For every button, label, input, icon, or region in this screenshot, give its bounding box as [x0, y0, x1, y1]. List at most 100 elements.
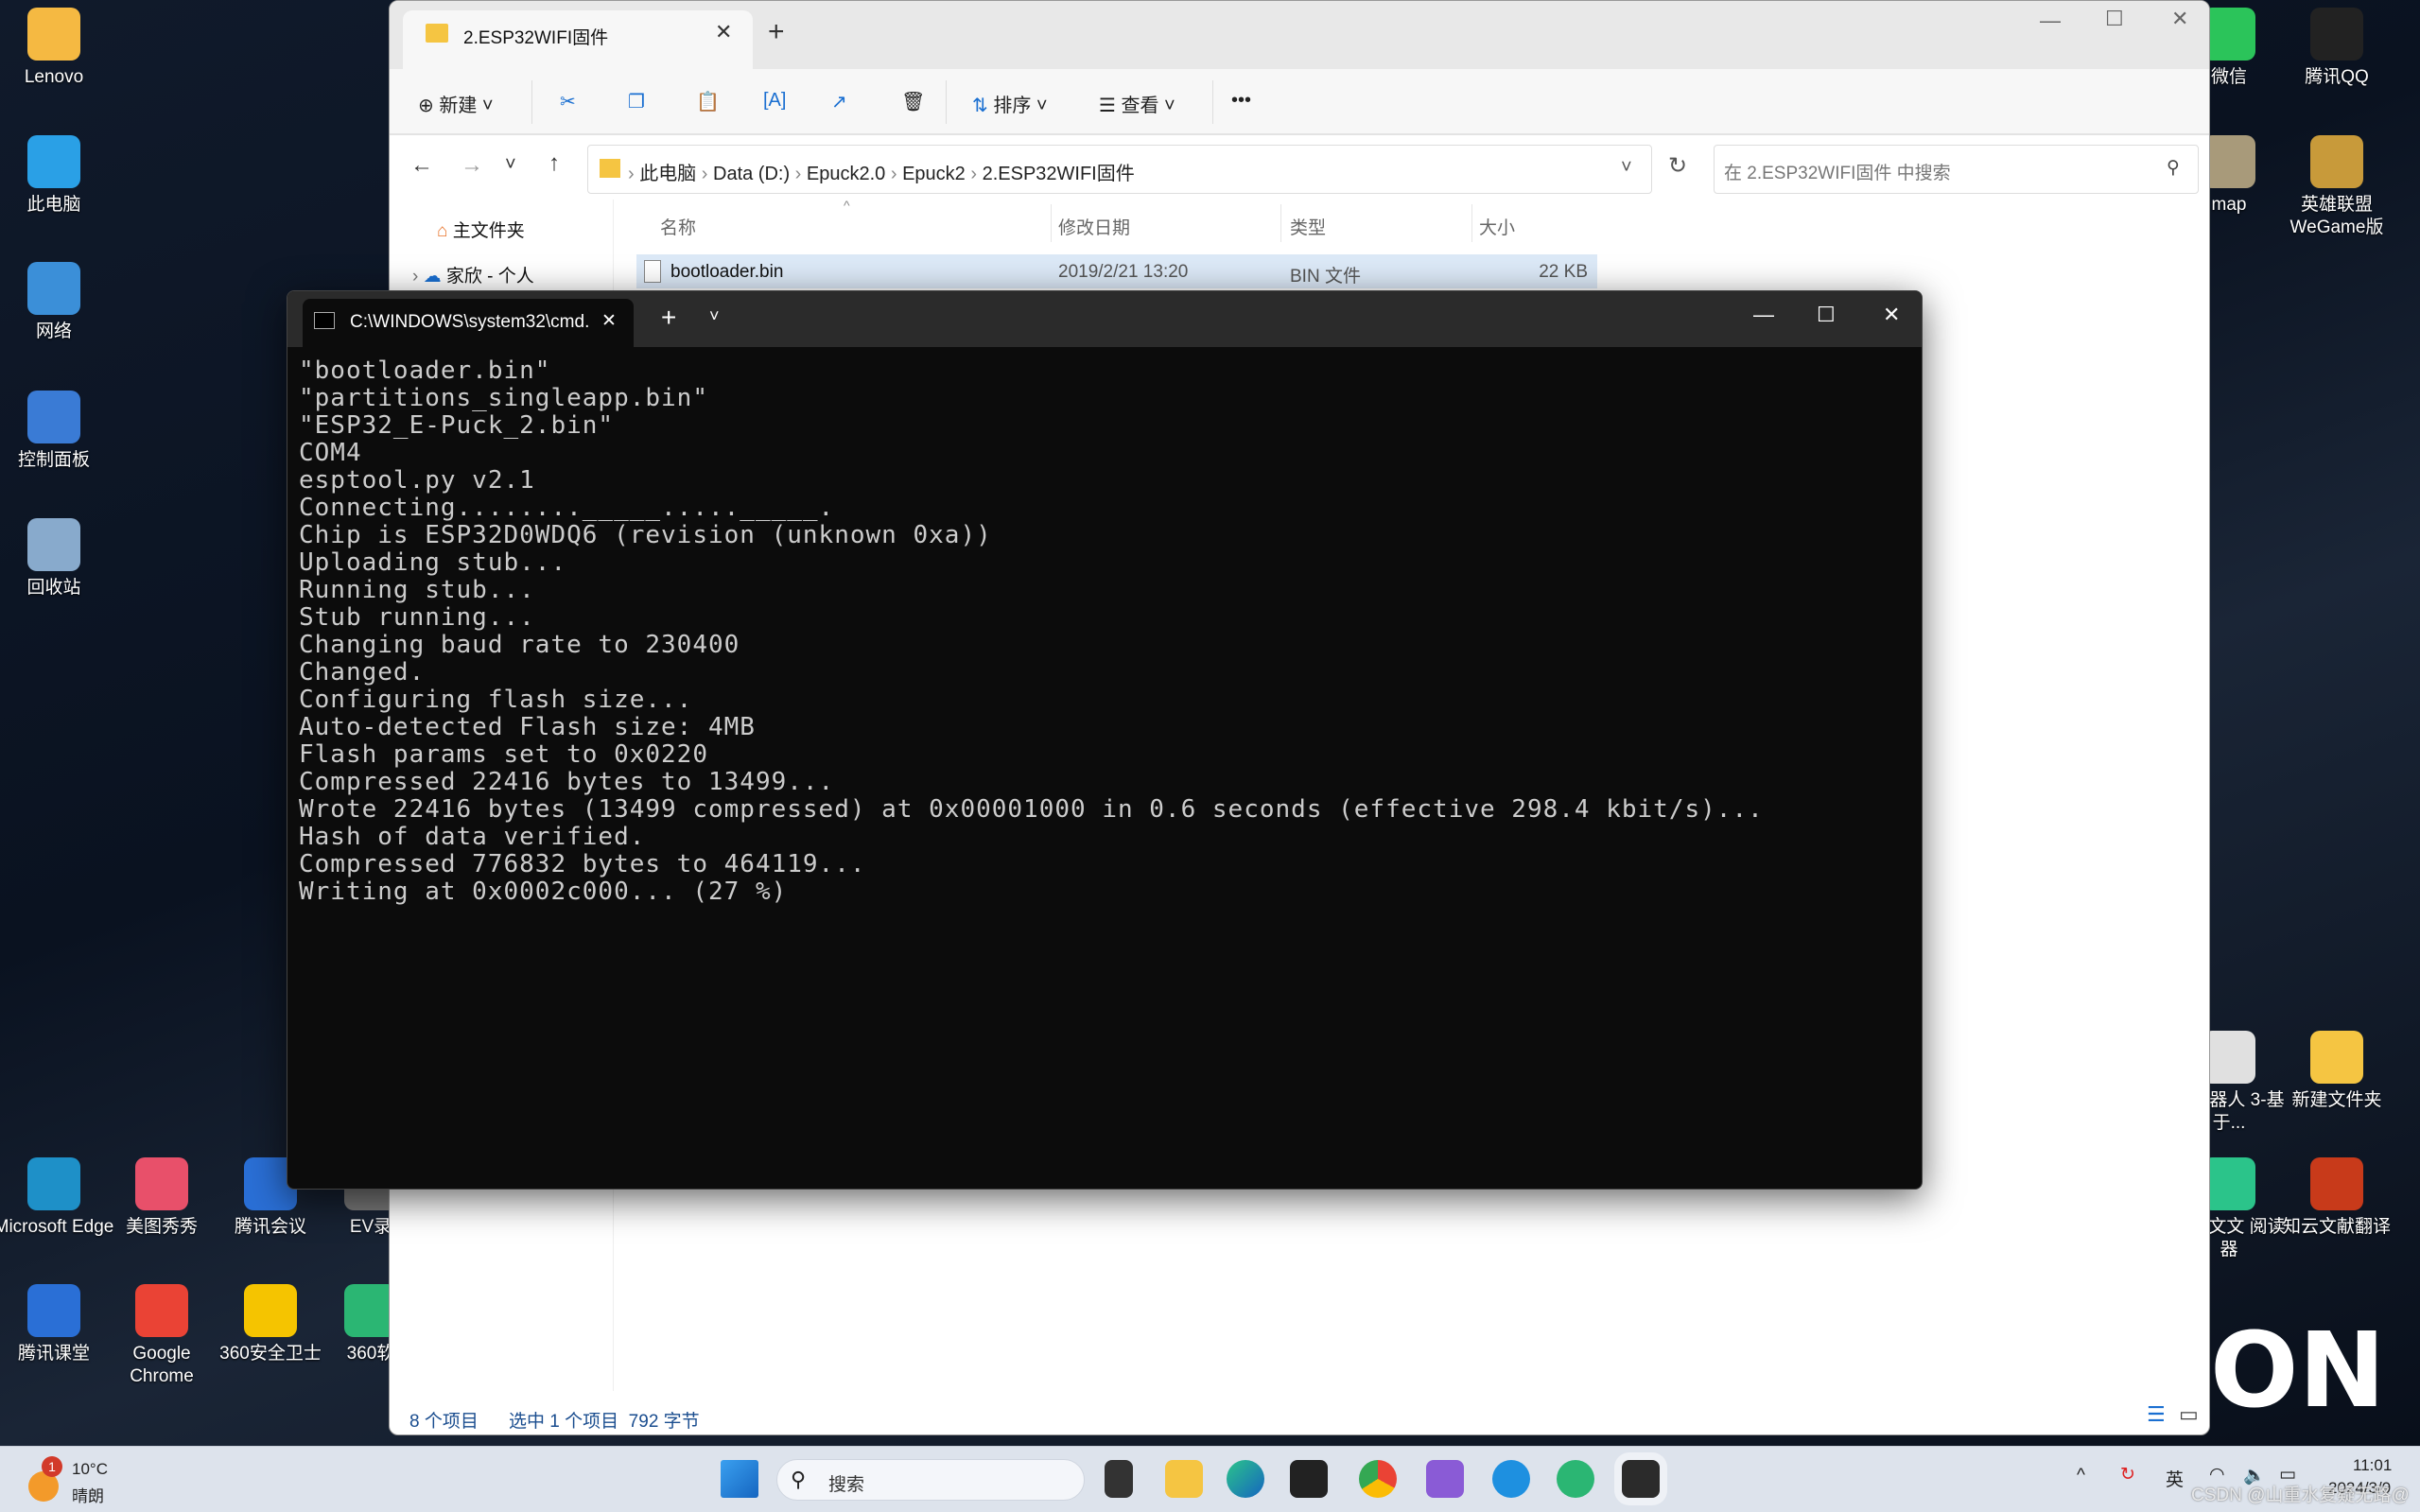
task-view-icon[interactable]: [1105, 1460, 1133, 1498]
paste-icon[interactable]: 📋: [696, 90, 720, 113]
column-size[interactable]: 大小: [1479, 214, 1515, 239]
column-name[interactable]: 名称: [660, 214, 696, 239]
new-tab-button[interactable]: +: [661, 303, 676, 333]
file-explorer-taskbar-icon[interactable]: [1165, 1460, 1203, 1498]
taskbar-search[interactable]: ⚲ 搜索: [776, 1459, 1085, 1501]
breadcrumb-item[interactable]: Data (D:): [713, 164, 790, 184]
app-icon: [27, 1284, 80, 1337]
refresh-icon[interactable]: ↻: [1668, 152, 1687, 180]
divider: [1471, 204, 1472, 242]
file-row[interactable]: bootloader.bin 2019/2/21 13:20 BIN 文件 22…: [636, 254, 1597, 288]
ime-indicator[interactable]: 英: [2166, 1466, 2184, 1491]
terminal-tab-bar: C:\WINDOWS\system32\cmd. ✕ + ˅ — ☐ ✕: [287, 291, 1922, 347]
terminal-line: "bootloader.bin": [299, 356, 551, 385]
folder-icon: [426, 24, 448, 43]
sync-icon[interactable]: ↻: [2120, 1464, 2135, 1486]
minimize-button[interactable]: —: [2040, 9, 2061, 33]
new-button[interactable]: ⊕ 新建 ˅: [418, 90, 494, 117]
chevron-right-icon[interactable]: ›: [790, 164, 807, 184]
desktop-icon[interactable]: Lenovo: [0, 8, 115, 89]
desktop-icon[interactable]: 腾讯课堂: [0, 1284, 115, 1365]
weather-badge: 1: [42, 1456, 62, 1477]
tiles-view-icon[interactable]: ▭: [2179, 1402, 2199, 1427]
terminal-window: C:\WINDOWS\system32\cmd. ✕ + ˅ — ☐ ✕ "bo…: [287, 290, 1923, 1190]
breadcrumb-item[interactable]: Epuck2.0: [807, 164, 885, 184]
desktop-icon-label: 美图秀秀: [125, 1217, 198, 1237]
desktop-icon[interactable]: 此电脑: [0, 135, 115, 217]
up-icon[interactable]: ↑: [548, 150, 560, 177]
explorer-tab[interactable]: 2.ESP32WIFI固件 ✕: [403, 10, 753, 69]
maximize-button[interactable]: ☐: [2105, 7, 2124, 31]
terminal-line: esptool.py v2.1: [299, 466, 535, 495]
breadcrumb: › 此电脑 › Data (D:) › Epuck2.0 › Epuck2 › …: [628, 158, 1135, 185]
desktop-icon[interactable]: Google Chrome: [100, 1284, 223, 1388]
close-button[interactable]: ✕: [2171, 7, 2188, 31]
copy-icon[interactable]: ❐: [628, 90, 645, 113]
chrome-taskbar-icon[interactable]: [1359, 1460, 1397, 1498]
search-input[interactable]: 在 2.ESP32WIFI固件 中搜索 ⚲: [1714, 145, 2199, 194]
desktop-icon[interactable]: 新建文件夹: [2275, 1031, 2398, 1112]
desktop-icon[interactable]: 美图秀秀: [100, 1157, 223, 1239]
desktop-icon[interactable]: 英雄联盟 WeGame版: [2275, 135, 2398, 239]
desktop-icon[interactable]: Microsoft Edge: [0, 1157, 115, 1239]
breadcrumb-item[interactable]: 2.ESP32WIFI固件: [983, 164, 1135, 184]
terminal-tab[interactable]: C:\WINDOWS\system32\cmd. ✕: [303, 299, 634, 347]
close-button[interactable]: ✕: [1883, 303, 1900, 327]
app-icon: [135, 1157, 188, 1210]
edge-taskbar-icon[interactable]: [1227, 1460, 1264, 1498]
close-tab-icon[interactable]: ✕: [601, 310, 617, 332]
desktop-icon[interactable]: 知云文献翻译: [2275, 1157, 2398, 1239]
app-taskbar-icon[interactable]: [1290, 1460, 1328, 1498]
address-dropdown-icon[interactable]: ˅: [1621, 157, 1632, 179]
rename-icon[interactable]: [A]: [763, 90, 786, 112]
terminal-line: Wrote 22416 bytes (13499 compressed) at …: [299, 795, 1764, 824]
back-icon[interactable]: ←: [410, 152, 433, 179]
tab-dropdown-icon[interactable]: ˅: [709, 306, 720, 326]
recent-chevron-icon[interactable]: ˅: [505, 154, 516, 176]
visual-studio-taskbar-icon[interactable]: [1426, 1460, 1464, 1498]
breadcrumb-item[interactable]: 此电脑: [639, 164, 696, 184]
minimize-button[interactable]: —: [1753, 303, 1774, 327]
nav-item-cloud[interactable]: › ☁ 家欣 - 个人: [412, 262, 534, 287]
ie-taskbar-icon[interactable]: [1492, 1460, 1530, 1498]
view-button[interactable]: ☰ 查看 ˅: [1099, 90, 1175, 117]
terminal-output[interactable]: "bootloader.bin" "partitions_singleapp.bi…: [299, 357, 1764, 906]
close-tab-icon[interactable]: ✕: [715, 20, 732, 44]
desktop-icon-label: Lenovo: [24, 67, 84, 87]
details-view-icon[interactable]: ☰: [2147, 1402, 2166, 1427]
breadcrumb-item[interactable]: Epuck2: [902, 164, 966, 184]
cut-icon[interactable]: ✂: [560, 90, 576, 113]
chevron-right-icon[interactable]: ›: [628, 164, 639, 184]
terminal-line: Compressed 22416 bytes to 13499...: [299, 768, 835, 796]
weather-widget[interactable]: 1 10°C 晴朗: [28, 1454, 142, 1507]
app-taskbar-icon[interactable]: [1557, 1460, 1594, 1498]
desktop-icon[interactable]: 控制面板: [0, 391, 115, 472]
address-bar[interactable]: › 此电脑 › Data (D:) › Epuck2.0 › Epuck2 › …: [587, 145, 1652, 194]
more-button[interactable]: •••: [1231, 90, 1251, 112]
chevron-right-icon[interactable]: ›: [966, 164, 983, 184]
maximize-button[interactable]: ☐: [1817, 303, 1836, 327]
new-tab-button[interactable]: +: [768, 16, 785, 48]
desktop-icon[interactable]: 回收站: [0, 518, 115, 600]
desktop-icon[interactable]: 腾讯QQ: [2275, 8, 2398, 89]
chevron-right-icon[interactable]: ›: [696, 164, 713, 184]
terminal-taskbar-icon[interactable]: [1622, 1460, 1660, 1498]
chevron-right-icon[interactable]: ›: [412, 267, 418, 287]
sort-button[interactable]: ⇅ 排序 ˅: [972, 90, 1048, 117]
desktop-icon[interactable]: 网络: [0, 262, 115, 343]
app-icon: [27, 135, 80, 188]
start-icon[interactable]: [721, 1460, 758, 1498]
share-icon[interactable]: ↗: [831, 90, 847, 113]
column-type[interactable]: 类型: [1290, 214, 1326, 239]
clock-time[interactable]: 11:01: [2353, 1456, 2392, 1475]
terminal-line: Uploading stub...: [299, 548, 567, 577]
file-date: 2019/2/21 13:20: [1058, 262, 1189, 282]
tab-title: 2.ESP32WIFI固件: [463, 28, 609, 48]
column-date[interactable]: 修改日期: [1058, 214, 1130, 239]
show-hidden-icons[interactable]: ^: [2077, 1466, 2085, 1486]
chevron-right-icon[interactable]: ›: [885, 164, 902, 184]
nav-item-home[interactable]: ⌂ 主文件夹: [437, 217, 525, 242]
forward-icon[interactable]: →: [461, 152, 483, 179]
new-label: 新建: [439, 96, 478, 116]
delete-icon[interactable]: 🗑: [901, 90, 925, 113]
